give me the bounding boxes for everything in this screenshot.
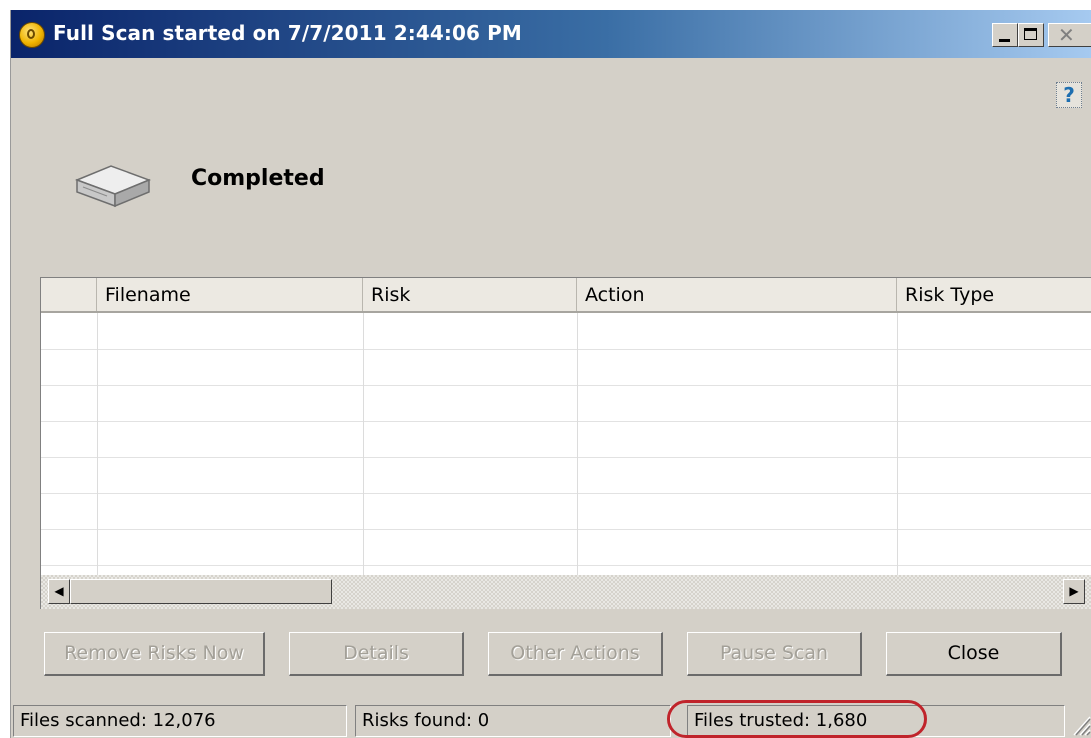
files-scanned-panel: Files scanned: 12,076 [13, 705, 347, 737]
app-icon[interactable] [19, 22, 45, 48]
minimize-button[interactable] [992, 23, 1018, 47]
table-body[interactable] [41, 313, 1091, 575]
other-actions-button[interactable]: Other Actions [488, 632, 663, 676]
scroll-right-button[interactable]: ▶ [1063, 579, 1085, 604]
scan-window: Full Scan started on 7/7/2011 2:44:06 PM… [10, 10, 1091, 738]
files-trusted-panel: Files trusted: 1,680 [687, 705, 1065, 737]
resize-grip-icon[interactable] [1071, 714, 1091, 736]
horizontal-scrollbar[interactable]: ◀ ▶ [41, 575, 1091, 609]
results-table[interactable]: Filename Risk Action Risk Type ◀ ▶ [40, 277, 1091, 609]
remove-risks-now-button[interactable]: Remove Risks Now [44, 632, 265, 676]
row-divider [41, 493, 1091, 494]
row-divider [41, 565, 1091, 566]
row-divider [41, 385, 1091, 386]
maximize-button[interactable] [1018, 23, 1044, 47]
column-divider [897, 313, 898, 575]
column-risk[interactable]: Risk [363, 278, 577, 311]
row-selector-header[interactable] [41, 278, 97, 311]
row-divider [41, 421, 1091, 422]
scrollbar-thumb[interactable] [70, 579, 332, 604]
status-bar: Files scanned: 12,076 Risks found: 0 Fil… [11, 702, 1091, 738]
risks-found-panel: Risks found: 0 [355, 705, 671, 737]
column-divider [97, 313, 98, 575]
close-icon: ✕ [1058, 23, 1075, 47]
close-button[interactable]: Close [886, 632, 1062, 676]
title-bar[interactable]: Full Scan started on 7/7/2011 2:44:06 PM… [11, 10, 1091, 58]
scan-status: Completed [191, 166, 325, 191]
details-button[interactable]: Details [289, 632, 464, 676]
table-header: Filename Risk Action Risk Type [41, 278, 1091, 313]
column-action[interactable]: Action [577, 278, 897, 311]
row-divider [41, 349, 1091, 350]
scroll-left-button[interactable]: ◀ [48, 579, 70, 604]
column-divider [577, 313, 578, 575]
column-risk-type[interactable]: Risk Type [897, 278, 1091, 311]
row-divider [41, 529, 1091, 530]
column-filename[interactable]: Filename [97, 278, 363, 311]
close-window-button[interactable]: ✕ [1048, 23, 1091, 47]
pause-scan-button[interactable]: Pause Scan [687, 632, 862, 676]
help-icon[interactable]: ? [1056, 82, 1082, 108]
window-title: Full Scan started on 7/7/2011 2:44:06 PM [53, 21, 522, 45]
column-divider [363, 313, 364, 575]
row-divider [41, 457, 1091, 458]
hard-drive-icon [74, 165, 152, 208]
